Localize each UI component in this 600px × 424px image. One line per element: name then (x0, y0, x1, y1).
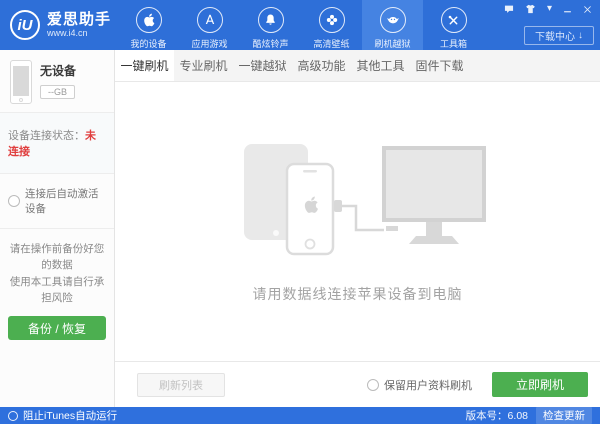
nav-label: 刷机越狱 (374, 39, 411, 49)
nav-label: 应用游戏 (191, 39, 228, 49)
minimize-icon[interactable] (563, 4, 572, 14)
tab-one-key-flash[interactable]: 一键刷机 (115, 50, 174, 81)
connect-hint-text: 请用数据线连接苹果设备到电脑 (252, 285, 463, 302)
keep-user-data-label: 保留用户资料刷机 (384, 379, 472, 392)
window-controls: ▾ (504, 4, 592, 14)
nav-item-my-devices[interactable]: 我的设备 (118, 0, 179, 50)
auto-activate-radio[interactable] (8, 195, 20, 207)
appstore-icon (196, 7, 223, 33)
flower-icon (318, 7, 345, 33)
flash-action-bar: 刷新列表 保留用户资料刷机 立即刷机 (115, 361, 600, 407)
bell-icon (257, 7, 284, 33)
nav-item-ringtones[interactable]: 酷炫铃声 (240, 0, 301, 50)
tab-advanced-features[interactable]: 高级功能 (292, 50, 351, 81)
device-name: 无设备 (40, 64, 77, 78)
nav-item-wallpapers[interactable]: 高清壁纸 (301, 0, 362, 50)
device-sidebar: 无设备 --GB 设备连接状态：未连接 连接后自动激活设备 请在操作前备份好您的… (0, 50, 115, 407)
nav-label: 工具箱 (439, 39, 467, 49)
app-title: 爱思助手 (47, 10, 112, 28)
version-text: 版本号：6.08 (465, 410, 528, 422)
feedback-icon[interactable] (504, 4, 514, 14)
skin-icon[interactable] (525, 4, 536, 14)
connection-status: 设备连接状态：未连接 (0, 113, 114, 174)
nav-label: 酷炫铃声 (252, 39, 289, 49)
nav-item-apps-games[interactable]: 应用游戏 (179, 0, 240, 50)
download-arrow-icon: ↓ (578, 30, 583, 41)
tab-other-tools[interactable]: 其他工具 (351, 50, 410, 81)
warning-line-2: 使用本工具请自行承担风险 (9, 275, 105, 304)
nav-label: 我的设备 (130, 39, 167, 49)
tab-one-key-jailbreak[interactable]: 一键越狱 (233, 50, 292, 81)
block-itunes-option[interactable]: 阻止iTunes自动运行 (8, 408, 117, 423)
download-center-label: 下载中心 (535, 32, 575, 43)
backup-restore-button[interactable]: 备份 / 恢复 (8, 316, 106, 341)
auto-activate-option[interactable]: 连接后自动激活设备 (0, 174, 114, 229)
device-illustration (243, 143, 486, 255)
device-capacity-badge: --GB (40, 85, 75, 99)
header-bar: iU 爱思助手 www.i4.cn 我的设备 应用游戏 酷炫铃声 高清壁纸 刷机… (0, 0, 600, 50)
check-update-button[interactable]: 检查更新 (536, 407, 592, 424)
backup-warning-text: 请在操作前备份好您的数据 使用本工具请自行承担风险 (0, 229, 114, 306)
wrench-icon (440, 7, 467, 33)
flash-now-button[interactable]: 立即刷机 (492, 372, 588, 397)
app-logo: iU 爱思助手 www.i4.cn (0, 0, 118, 50)
connect-device-panel: 请用数据线连接苹果设备到电脑 (115, 82, 600, 361)
nav-label: 高清壁纸 (313, 39, 350, 49)
auto-activate-label: 连接后自动激活设备 (25, 188, 99, 215)
download-center-button[interactable]: 下载中心 ↓ (524, 26, 594, 45)
connection-status-label: 设备连接状态： (8, 130, 85, 142)
keep-user-data-radio[interactable] (367, 378, 379, 391)
menu-caret-icon[interactable]: ▾ (547, 4, 552, 14)
block-itunes-radio[interactable] (8, 410, 18, 421)
main-nav: 我的设备 应用游戏 酷炫铃声 高清壁纸 刷机越狱 工具箱 (118, 0, 484, 50)
nav-item-flash-jailbreak[interactable]: 刷机越狱 (362, 0, 423, 50)
device-thumbnail-icon (10, 60, 32, 104)
jailbreak-icon (379, 7, 406, 33)
i4-logo-icon: iU (10, 10, 40, 40)
warning-line-1: 请在操作前备份好您的数据 (9, 243, 105, 272)
flash-tabbar: 一键刷机 专业刷机 一键越狱 高级功能 其他工具 固件下载 (115, 50, 600, 82)
apple-icon (135, 7, 162, 33)
nav-item-toolbox[interactable]: 工具箱 (423, 0, 484, 50)
refresh-list-button[interactable]: 刷新列表 (137, 372, 225, 397)
tab-firmware-download[interactable]: 固件下载 (410, 50, 469, 81)
tab-pro-flash[interactable]: 专业刷机 (174, 50, 233, 81)
app-window: iU 爱思助手 www.i4.cn 我的设备 应用游戏 酷炫铃声 高清壁纸 刷机… (0, 0, 600, 424)
block-itunes-label: 阻止iTunes自动运行 (23, 410, 118, 422)
main-panel: 一键刷机 专业刷机 一键越狱 高级功能 其他工具 固件下载 请用数据线连接苹果设… (115, 50, 600, 407)
device-summary: 无设备 --GB (0, 50, 114, 113)
keep-user-data-option[interactable]: 保留用户资料刷机 (367, 377, 472, 393)
app-url: www.i4.cn (47, 27, 88, 38)
close-icon[interactable] (583, 4, 592, 14)
status-bar: 阻止iTunes自动运行 版本号：6.08 检查更新 (0, 407, 600, 424)
